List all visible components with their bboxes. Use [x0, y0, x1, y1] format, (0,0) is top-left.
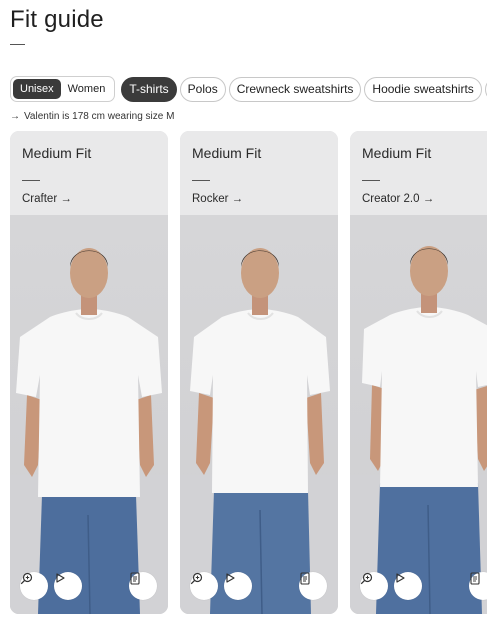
filter-bar: Unisex Women T-shirts Polos Crewneck swe… [10, 76, 487, 102]
card-fit-label: Medium Fit [22, 145, 92, 161]
card-fit-label: Medium Fit [362, 145, 432, 161]
zoom-in-icon [360, 572, 373, 585]
category-crewneck-sweatshirts[interactable]: Crewneck sweatshirts [228, 76, 362, 102]
size-chart-button[interactable] [299, 572, 327, 600]
document-icon [470, 572, 480, 585]
model-size-text: Valentin is 178 cm wearing size M [24, 111, 175, 122]
card-header: Medium Fit Rocker → [180, 131, 338, 215]
card-product-link[interactable]: Creator 2.0 → [362, 193, 487, 205]
card-product-link[interactable]: Rocker → [192, 193, 326, 205]
zoom-button[interactable] [360, 572, 388, 600]
play-button[interactable] [54, 572, 82, 600]
card-header: Medium Fit Crafter → [10, 131, 168, 215]
model-photo [350, 215, 487, 614]
zoom-in-icon [190, 572, 203, 585]
model-photo [180, 215, 338, 614]
model-size-note: → Valentin is 178 cm wearing size M [10, 111, 174, 122]
model-figure [350, 246, 487, 614]
category-tshirts[interactable]: T-shirts [121, 76, 177, 102]
zoom-button[interactable] [20, 572, 48, 600]
model-figure [180, 248, 338, 614]
play-button[interactable] [394, 572, 422, 600]
play-icon [396, 573, 405, 583]
zoom-button[interactable] [190, 572, 218, 600]
gender-option-women[interactable]: Women [61, 79, 113, 99]
play-icon [56, 573, 65, 583]
category-hoodie-sweatshirts[interactable]: Hoodie sweatshirts [364, 76, 482, 102]
card-divider [22, 180, 40, 181]
fit-cards: Medium Fit Crafter → Medium Fit Rocker →… [10, 131, 487, 614]
size-chart-button[interactable] [129, 572, 157, 600]
title-divider [10, 44, 25, 45]
fit-card[interactable]: Medium Fit Creator 2.0 → [350, 131, 487, 614]
zoom-in-icon [20, 572, 33, 585]
play-button[interactable] [224, 572, 252, 600]
document-icon [300, 572, 310, 585]
card-divider [362, 180, 380, 181]
arrow-right-icon: → [10, 111, 20, 122]
gender-toggle: Unisex Women [10, 76, 116, 102]
card-header: Medium Fit Creator 2.0 → [350, 131, 487, 215]
page-title: Fit guide [10, 6, 104, 33]
card-divider [192, 180, 210, 181]
model-photo [10, 215, 168, 614]
fit-card[interactable]: Medium Fit Crafter → [10, 131, 168, 614]
category-polos[interactable]: Polos [179, 76, 226, 102]
model-figure [10, 248, 168, 614]
card-fit-label: Medium Fit [192, 145, 262, 161]
document-icon [130, 572, 140, 585]
card-product-link[interactable]: Crafter → [22, 193, 156, 205]
play-icon [226, 573, 235, 583]
fit-card[interactable]: Medium Fit Rocker → [180, 131, 338, 614]
gender-option-unisex[interactable]: Unisex [13, 79, 61, 99]
